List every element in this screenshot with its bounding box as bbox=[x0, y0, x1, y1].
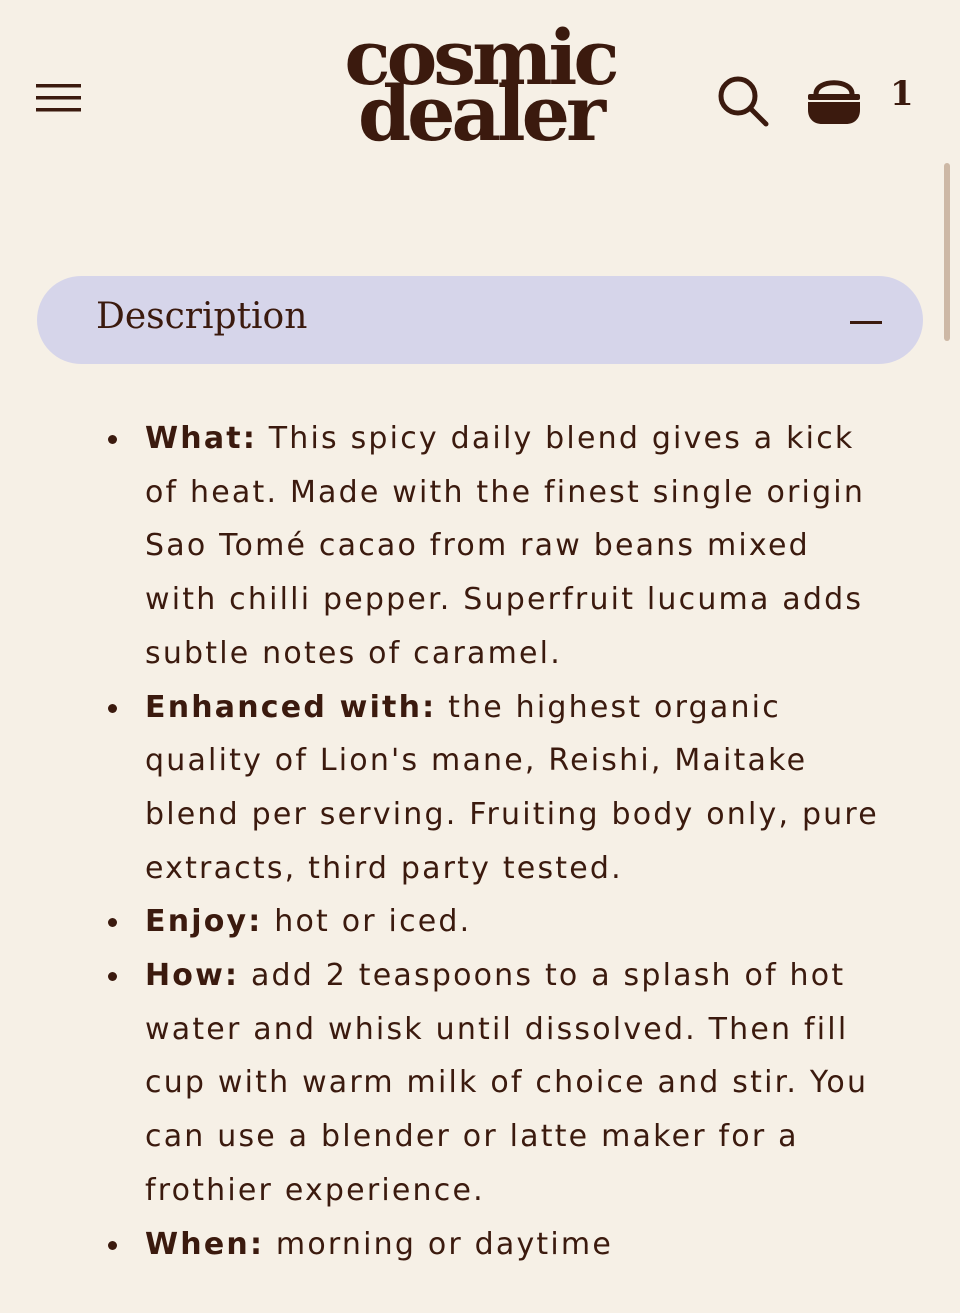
item-text: morning or daytime bbox=[264, 1226, 614, 1262]
list-item: Enhanced with: the highest organic quali… bbox=[100, 681, 890, 896]
site-header: cosmic dealer 1 bbox=[0, 0, 960, 200]
hamburger-menu-icon[interactable] bbox=[30, 74, 88, 122]
bullet-icon bbox=[108, 918, 117, 928]
minus-icon bbox=[850, 321, 882, 324]
item-label: When: bbox=[145, 1226, 265, 1262]
list-item: Enjoy: hot or iced. bbox=[100, 895, 890, 949]
basket-icon bbox=[808, 80, 860, 124]
scrollbar[interactable] bbox=[944, 163, 950, 341]
list-item: How: add 2 teaspoons to a splash of hot … bbox=[100, 949, 890, 1218]
bullet-icon bbox=[108, 703, 117, 713]
item-text: hot or iced. bbox=[262, 904, 472, 940]
description-accordion-header[interactable]: Description bbox=[37, 276, 923, 364]
accordion-title: Description bbox=[96, 296, 308, 337]
cart-count-badge: 1 bbox=[890, 74, 914, 114]
list-item: When: morning or daytime bbox=[100, 1218, 890, 1272]
logo-line-2: dealer bbox=[357, 69, 606, 159]
description-content: What: This spicy daily blend gives a kic… bbox=[100, 412, 890, 1271]
list-item: What: This spicy daily blend gives a kic… bbox=[100, 412, 890, 681]
item-label: What: bbox=[145, 421, 258, 456]
search-icon[interactable] bbox=[712, 70, 772, 130]
item-label: Enjoy: bbox=[145, 904, 263, 940]
bullet-icon bbox=[108, 435, 117, 444]
item-label: Enhanced with: bbox=[145, 689, 437, 725]
bullet-icon bbox=[108, 972, 117, 982]
bullet-icon bbox=[108, 1240, 117, 1250]
site-logo[interactable]: cosmic dealer bbox=[330, 19, 630, 159]
item-label: How: bbox=[145, 958, 240, 994]
description-list: What: This spicy daily blend gives a kic… bbox=[100, 412, 890, 1271]
item-text: add 2 teaspoons to a splash of hot water… bbox=[145, 958, 869, 1208]
item-text: This spicy daily blend gives a kick of h… bbox=[145, 421, 866, 671]
